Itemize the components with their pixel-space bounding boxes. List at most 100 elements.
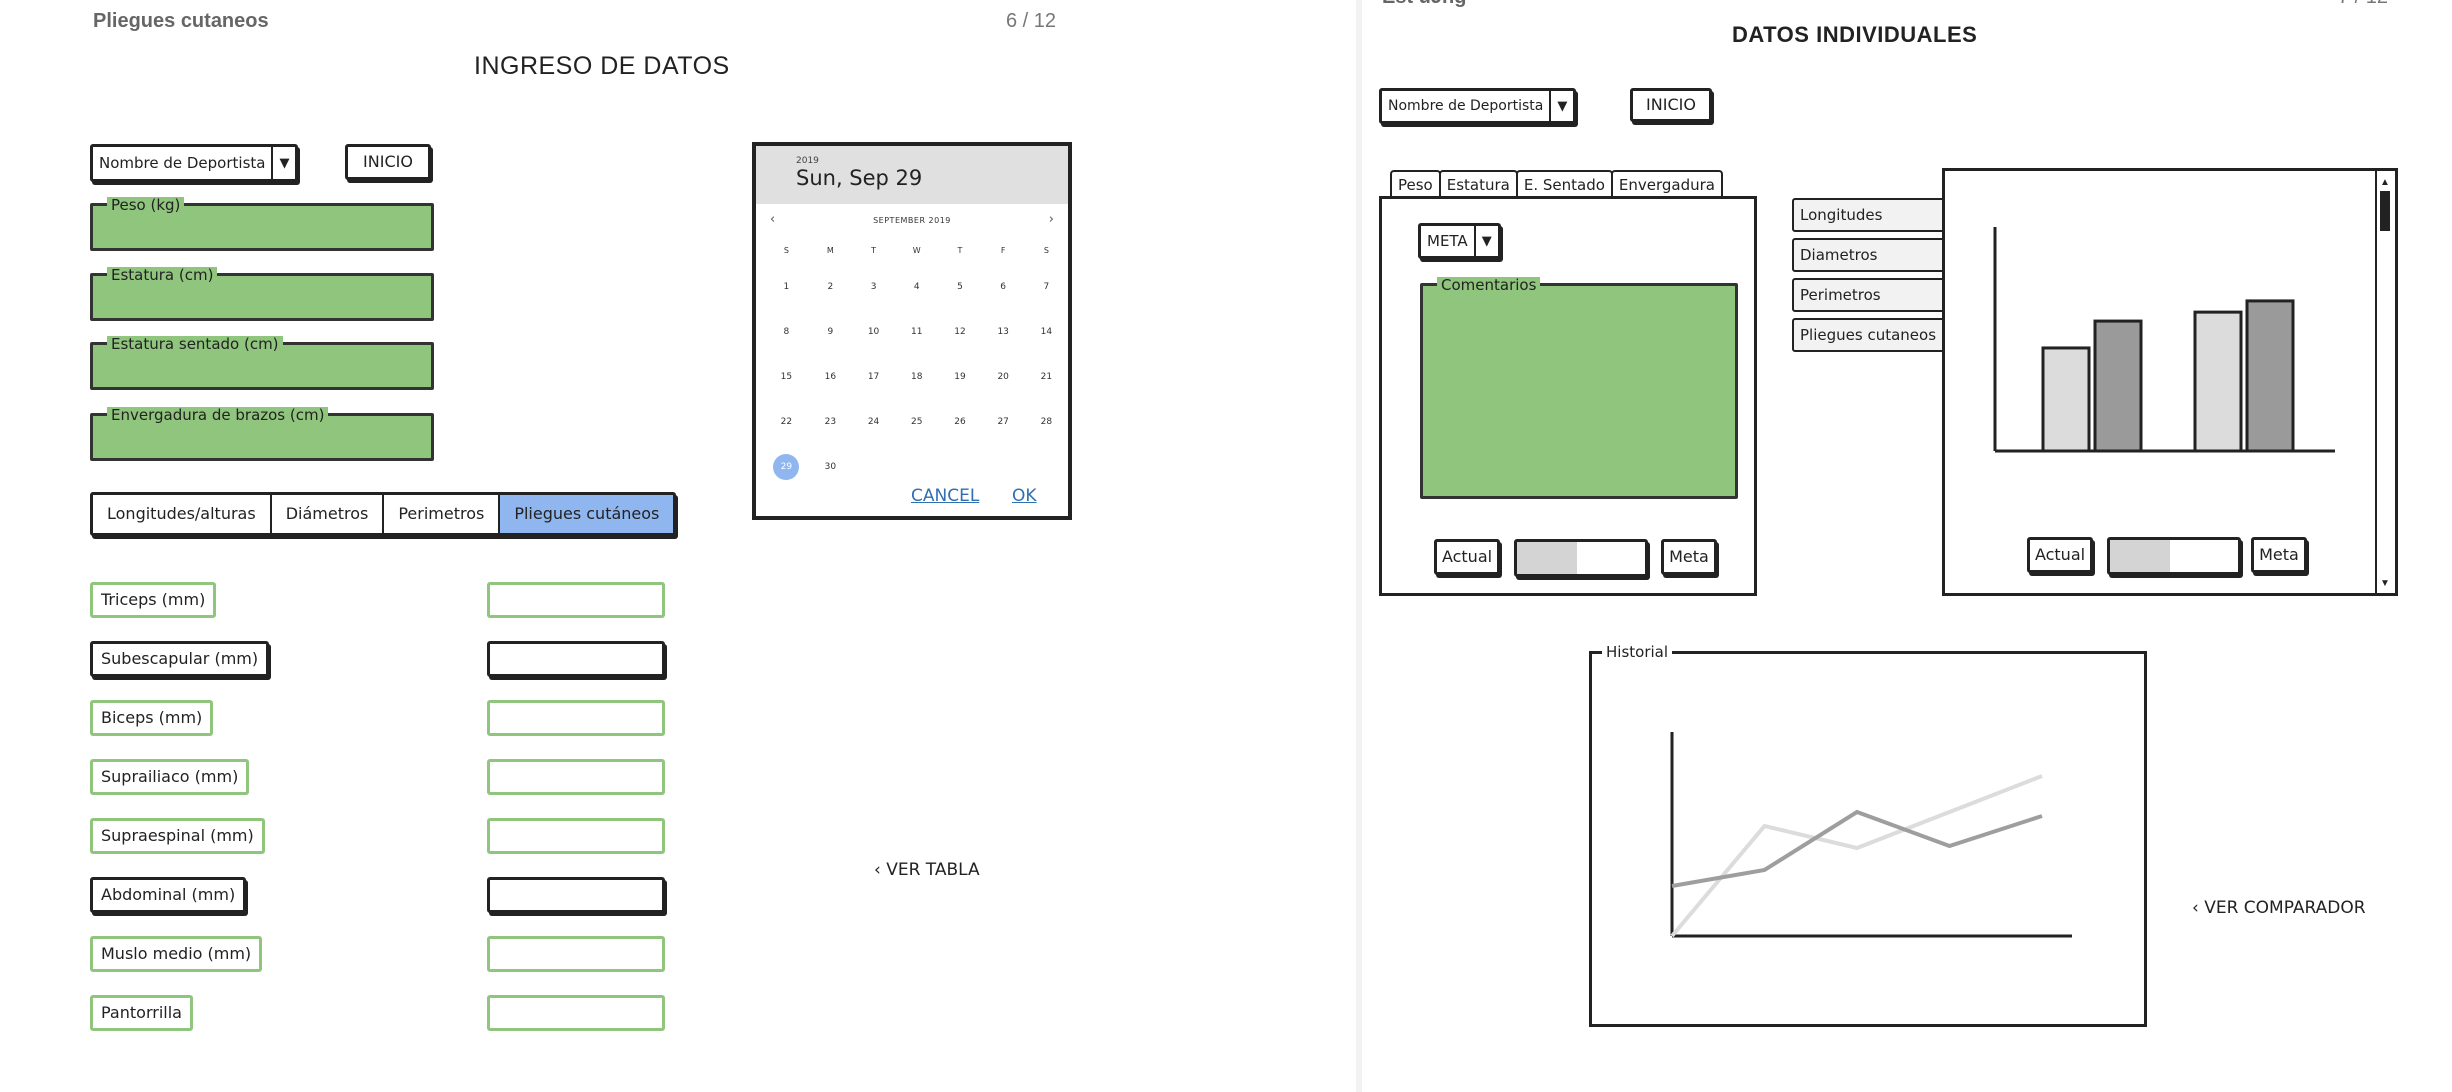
scroll-up-icon[interactable]: ▲ bbox=[2380, 177, 2390, 188]
chevron-left-icon: ‹ bbox=[874, 860, 887, 880]
comentarios-textarea[interactable]: Comentarios bbox=[1420, 277, 1738, 499]
chevron-left-icon: ‹ bbox=[2192, 898, 2205, 918]
scrollbar[interactable]: ▲ ▼ bbox=[2375, 171, 2395, 593]
calendar-day[interactable]: 18 bbox=[895, 354, 938, 399]
field-label: Envergadura de brazos (cm) bbox=[107, 407, 329, 423]
calendar-day[interactable]: 24 bbox=[852, 399, 895, 444]
meta-button[interactable]: Meta bbox=[2251, 537, 2307, 573]
envergadura-field[interactable]: Envergadura de brazos (cm) bbox=[90, 407, 434, 461]
estatura-sentado-field[interactable]: Estatura sentado (cm) bbox=[90, 336, 434, 390]
calendar-day[interactable]: 5 bbox=[938, 264, 981, 309]
weekday-label: S bbox=[1043, 245, 1049, 255]
progress-slider[interactable] bbox=[2107, 537, 2241, 575]
calendar-day[interactable]: 20 bbox=[982, 354, 1025, 399]
calendar-day[interactable]: 13 bbox=[982, 309, 1025, 354]
side-tab-pliegues[interactable]: Pliegues cutaneos bbox=[1792, 318, 1956, 352]
calendar-day[interactable]: 21 bbox=[1025, 354, 1068, 399]
actual-button[interactable]: Actual bbox=[2027, 537, 2093, 573]
measure-input[interactable] bbox=[487, 582, 665, 618]
comparison-panel: Actual Meta ▲ ▼ bbox=[1942, 168, 2398, 596]
bar bbox=[2041, 346, 2091, 453]
tab-peso[interactable]: Peso bbox=[1390, 170, 1441, 198]
ver-tabla-link[interactable]: ‹ VER TABLA bbox=[874, 860, 980, 880]
date-picker: 2019 Sun, Sep 29 ‹ SEPTEMBER 2019 › SMTW… bbox=[752, 142, 1072, 520]
tab-perimetros[interactable]: Perimetros bbox=[384, 495, 501, 533]
calendar-day[interactable]: 23 bbox=[809, 399, 852, 444]
side-tab-longitudes[interactable]: Longitudes bbox=[1792, 198, 1956, 232]
athlete-select-label: Nombre de Deportista bbox=[93, 147, 274, 179]
calendar-day[interactable]: 27 bbox=[982, 399, 1025, 444]
next-month-icon[interactable]: › bbox=[1049, 212, 1054, 227]
calendar-day[interactable]: 3 bbox=[852, 264, 895, 309]
tab-longitudes[interactable]: Longitudes/alturas bbox=[93, 495, 272, 533]
tab-pliegues[interactable]: Pliegues cutáneos bbox=[500, 495, 674, 533]
weekday-label: S bbox=[783, 245, 789, 255]
measure-input[interactable] bbox=[487, 759, 665, 795]
inicio-button[interactable]: INICIO bbox=[345, 144, 431, 180]
calendar-day[interactable]: 25 bbox=[895, 399, 938, 444]
page-title: INGRESO DE DATOS bbox=[474, 52, 730, 80]
calendar-ok-button[interactable]: OK bbox=[1012, 486, 1037, 506]
scroll-thumb[interactable] bbox=[2380, 191, 2390, 231]
calendar-day[interactable]: 8 bbox=[764, 309, 809, 354]
peso-field[interactable]: Peso (kg) bbox=[90, 197, 434, 251]
tab-envergadura[interactable]: Envergadura bbox=[1610, 170, 1723, 198]
measure-input[interactable] bbox=[487, 818, 665, 854]
calendar-day[interactable]: 22 bbox=[764, 399, 809, 444]
measure-input[interactable] bbox=[487, 877, 665, 913]
tab-panel: META ▼ Comentarios Actual Meta bbox=[1379, 196, 1757, 596]
calendar-day[interactable]: 28 bbox=[1025, 399, 1068, 444]
left-page: Pliegues cutaneos 6 / 12 INGRESO DE DATO… bbox=[0, 0, 1356, 1092]
page-number: 6 / 12 bbox=[1006, 10, 1057, 32]
calendar-day[interactable]: 16 bbox=[809, 354, 852, 399]
chevron-down-icon: ▼ bbox=[1481, 233, 1492, 249]
page-title: DATOS INDIVIDUALES bbox=[1732, 22, 1978, 47]
calendar-day[interactable]: 26 bbox=[938, 399, 981, 444]
calendar-grid: SMTWTFS 1 2 3 4 5 6 7 8 9 10 11 12 13 14 15 16 17 18 19 20 2… bbox=[764, 236, 1068, 489]
side-tab-diametros[interactable]: Diametros bbox=[1792, 238, 1956, 272]
measure-input[interactable] bbox=[487, 700, 665, 736]
scroll-down-icon[interactable]: ▼ bbox=[2380, 578, 2390, 589]
calendar-day[interactable]: 1 bbox=[764, 264, 809, 309]
ver-comparador-link[interactable]: ‹ VER COMPARADOR bbox=[2192, 898, 2366, 918]
measure-input[interactable] bbox=[487, 995, 665, 1031]
calendar-day[interactable]: 4 bbox=[895, 264, 938, 309]
calendar-day[interactable]: 10 bbox=[852, 309, 895, 354]
meta-button[interactable]: Meta bbox=[1661, 539, 1717, 575]
calendar-day[interactable]: 2 bbox=[809, 264, 852, 309]
tab-e-sentado[interactable]: E. Sentado bbox=[1515, 170, 1613, 198]
calendar-day[interactable]: 15 bbox=[764, 354, 809, 399]
calendar-day[interactable]: 30 bbox=[809, 444, 852, 489]
calendar-day[interactable]: 29 bbox=[764, 444, 809, 489]
measure-label: Pantorrilla bbox=[90, 995, 193, 1031]
calendar-day bbox=[1025, 444, 1068, 489]
selected-day-marker: 29 bbox=[773, 453, 800, 480]
calendar-cancel-button[interactable]: CANCEL bbox=[911, 486, 979, 506]
tab-diametros[interactable]: Diámetros bbox=[271, 495, 385, 533]
measure-input[interactable] bbox=[487, 641, 665, 677]
ver-tabla-label: VER TABLA bbox=[886, 860, 980, 880]
actual-button[interactable]: Actual bbox=[1434, 539, 1500, 575]
calendar-day[interactable]: 19 bbox=[938, 354, 981, 399]
calendar-month: SEPTEMBER 2019 bbox=[873, 216, 951, 225]
calendar-day[interactable]: 7 bbox=[1025, 264, 1068, 309]
progress-slider[interactable] bbox=[1514, 539, 1648, 577]
side-tab-perimetros[interactable]: Perimetros bbox=[1792, 278, 1956, 312]
calendar-day bbox=[895, 444, 938, 489]
measure-input[interactable] bbox=[487, 936, 665, 972]
estatura-field[interactable]: Estatura (cm) bbox=[90, 267, 434, 321]
calendar-day[interactable]: 12 bbox=[938, 309, 981, 354]
calendar-day[interactable]: 9 bbox=[809, 309, 852, 354]
tab-estatura[interactable]: Estatura bbox=[1438, 170, 1518, 198]
bar-chart bbox=[1993, 227, 2335, 453]
meta-select[interactable]: META ▼ bbox=[1418, 223, 1501, 259]
athlete-select[interactable]: Nombre de Deportista ▼ bbox=[1379, 88, 1577, 124]
calendar-day[interactable]: 6 bbox=[982, 264, 1025, 309]
inicio-button[interactable]: INICIO bbox=[1630, 88, 1712, 122]
page-number: 7 / 12 bbox=[2338, 0, 2388, 9]
calendar-day[interactable]: 17 bbox=[852, 354, 895, 399]
calendar-day[interactable]: 11 bbox=[895, 309, 938, 354]
field-label: Peso (kg) bbox=[107, 197, 185, 213]
calendar-day[interactable]: 14 bbox=[1025, 309, 1068, 354]
athlete-select[interactable]: Nombre de Deportista ▼ bbox=[90, 144, 299, 182]
